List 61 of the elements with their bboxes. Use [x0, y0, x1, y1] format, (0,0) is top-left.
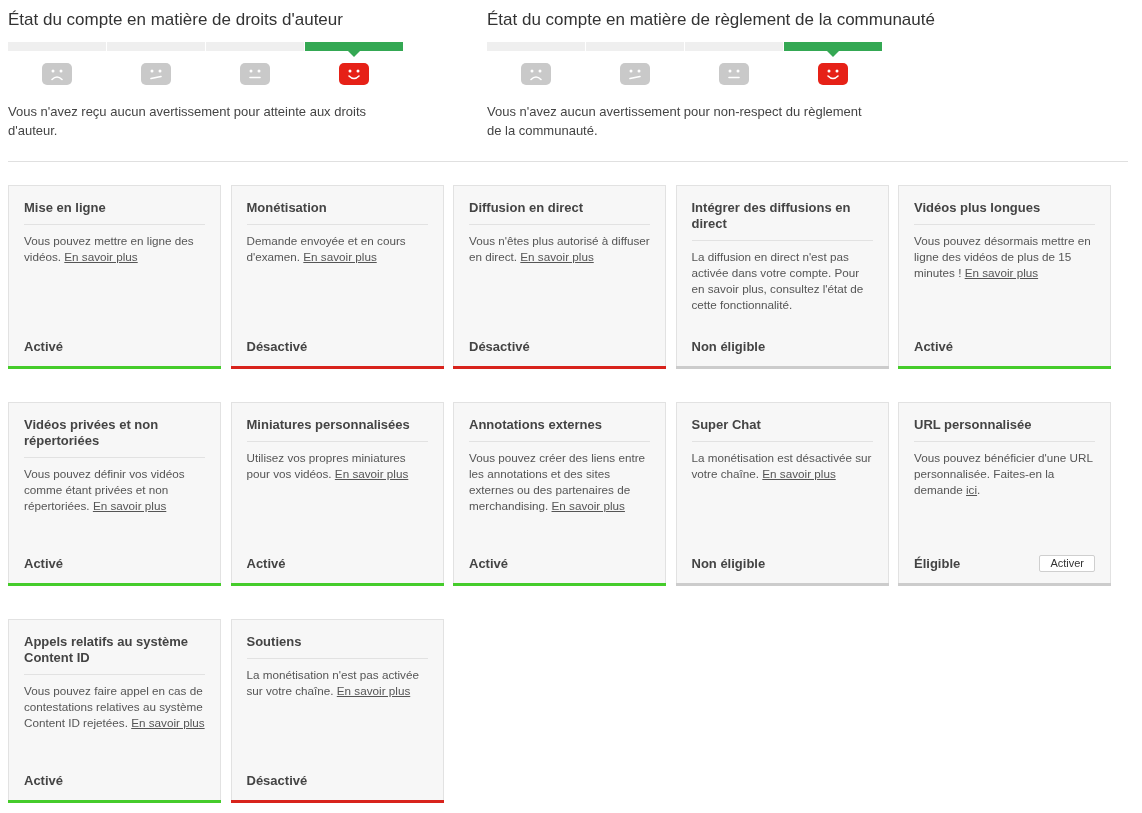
card-description: Vous pouvez mettre en ligne des vidéos. En savoir plus — [24, 233, 195, 265]
inline-link[interactable]: En savoir plus — [64, 250, 138, 263]
feature-status: Activé — [24, 772, 64, 789]
inline-link[interactable]: En savoir plus — [334, 467, 409, 480]
card-title: Mise en ligne — [24, 200, 107, 216]
card-title: Monétisation — [246, 200, 328, 216]
inline-link[interactable]: En savoir plus — [964, 266, 1039, 279]
feature-status: Désactivé — [469, 338, 530, 355]
feature-status: Éligible — [914, 555, 961, 572]
inline-link[interactable]: En savoir plus — [303, 250, 377, 263]
inline-link[interactable]: En savoir plus — [551, 499, 625, 512]
sad-face-icon — [42, 63, 72, 85]
feature-status: Désactivé — [246, 338, 308, 355]
unsure-face-icon — [141, 63, 171, 85]
pointer-icon — [827, 51, 839, 57]
section-title: État du compte en matière de règlement de la communauté — [487, 10, 935, 30]
feature-status: Activé — [24, 338, 64, 355]
card-description: La diffusion en direct n'est pas activée dans votre compte. Pour en savoir plus, consultez l'état de cette fonctionnalité. — [691, 249, 865, 313]
card-description: Demande envoyée et en cours d'examen. En savoir plus — [246, 233, 407, 265]
inline-link[interactable]: En savoir plus — [92, 499, 167, 512]
card-title: Intégrer des diffusions en direct — [691, 200, 852, 232]
card-title: URL personnalisée — [914, 417, 1033, 433]
status-message: Vous n'avez aucun avertissement pour non-respect du règlement de la communauté. — [487, 103, 863, 140]
feature-status: Activé — [914, 338, 954, 355]
card-title: Soutiens — [246, 634, 303, 650]
card-title: Diffusion en direct — [469, 200, 585, 216]
card-title: Miniatures personnalisées — [246, 417, 411, 433]
inline-link[interactable]: En savoir plus — [131, 716, 205, 729]
status-message: Vous n'avez reçu aucun avertissement pour atteinte aux droits d'auteur. — [8, 103, 368, 140]
feature-status: Non éligible — [691, 338, 766, 355]
card-description: Vous n'êtes plus autorisé à diffuser en direct. En savoir plus — [469, 233, 650, 265]
card-description: Vous pouvez désormais mettre en ligne des vidéos de plus de 15 minutes ! En savoir plus — [914, 233, 1092, 281]
inline-link[interactable]: En savoir plus — [762, 467, 836, 480]
unsure-face-icon — [620, 63, 650, 85]
card-title: Appels relatifs au système Content ID — [24, 634, 190, 666]
feature-status: Activé — [24, 555, 64, 572]
card-description: Utilisez vos propres miniatures pour vos vidéos. En savoir plus — [246, 450, 410, 482]
card-title: Super Chat — [691, 417, 762, 433]
card-description: Vous pouvez faire appel en cas de contestations relatives au système Content ID rejetées. En savoir plus — [24, 683, 205, 731]
neutral-face-icon — [719, 63, 749, 85]
card-description: Vous pouvez bénéficier d'une URL personnalisée. Faites-en la demande ici. — [914, 450, 1094, 498]
card-description: Vous pouvez définir vos vidéos comme étant privées et non répertoriées. En savoir plus — [24, 466, 186, 514]
sad-face-icon — [521, 63, 551, 85]
smiling-face-icon — [818, 63, 848, 85]
inline-link[interactable]: En savoir plus — [336, 684, 411, 697]
card-description: La monétisation n'est pas activée sur votre chaîne. En savoir plus — [246, 667, 420, 699]
activate-button[interactable]: Activer — [1039, 555, 1095, 572]
card-title: Vidéos plus longues — [914, 200, 1042, 216]
inline-link[interactable]: En savoir plus — [520, 250, 594, 263]
card-title: Vidéos privées et non répertoriées — [24, 417, 160, 449]
card-description: La monétisation est désactivée sur votre chaîne. En savoir plus — [691, 450, 873, 482]
section-title: État du compte en matière de droits d'auteur — [8, 10, 343, 30]
card-description: Vous pouvez créer des liens entre les annotations et des sites externes ou des partenaires de merchandising. En savoir plus — [469, 450, 647, 514]
neutral-face-icon — [240, 63, 270, 85]
feature-status: Activé — [469, 555, 509, 572]
feature-status: Non éligible — [691, 555, 766, 572]
card-title: Annotations externes — [469, 417, 603, 433]
feature-status: Désactivé — [246, 772, 308, 789]
pointer-icon — [348, 51, 360, 57]
feature-status: Activé — [246, 555, 286, 572]
smiling-face-icon — [339, 63, 369, 85]
